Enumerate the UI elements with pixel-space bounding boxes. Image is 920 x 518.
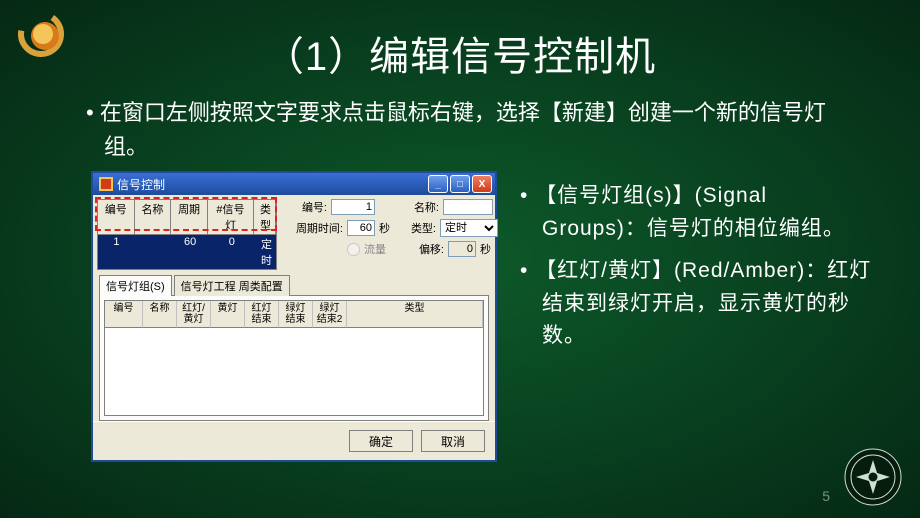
- signal-group-grid[interactable]: 编号 名称 红灯/ 黄灯 黄灯 红灯 结束 绿灯 结束 绿灯 结束2 类型: [104, 300, 484, 416]
- cell-period: 60: [172, 235, 209, 269]
- period-input[interactable]: [347, 220, 375, 236]
- ih-green-end2: 绿灯 结束2: [313, 301, 347, 328]
- close-button[interactable]: X: [472, 175, 492, 193]
- cancel-button[interactable]: 取消: [421, 430, 485, 452]
- signal-list-grid[interactable]: 编号 名称 周期 #信号灯 类型 1 60 0 定时: [97, 199, 277, 270]
- col-header-type: 类型: [254, 200, 276, 235]
- type-select[interactable]: 定时: [440, 219, 498, 237]
- ih-name: 名称: [143, 301, 177, 328]
- window-caption: 信号控制: [117, 176, 165, 193]
- university-seal-icon: [844, 448, 902, 506]
- minimize-button[interactable]: _: [428, 175, 448, 193]
- offset-unit: 秒: [480, 241, 491, 257]
- flow-label: 流量: [364, 241, 386, 257]
- num-label: 编号:: [291, 199, 327, 215]
- col-header-num: 编号: [98, 200, 135, 235]
- bullet-signal-groups: 【信号灯组(s)】(Signal Groups)：信号灯的相位编组。: [520, 180, 876, 245]
- col-header-sig: #信号灯: [208, 200, 254, 235]
- cell-sig: 0: [209, 235, 255, 269]
- num-input[interactable]: [331, 199, 375, 215]
- period-unit: 秒: [379, 220, 390, 236]
- ih-red-end: 红灯 结束: [245, 301, 279, 328]
- tab-signal-groups[interactable]: 信号灯组(S): [99, 275, 172, 296]
- ih-amber: 黄灯: [211, 301, 245, 328]
- ih-num: 编号: [105, 301, 143, 328]
- slide-logo-icon: [14, 10, 68, 58]
- flow-radio: [347, 243, 360, 256]
- cell-num: 1: [98, 235, 135, 269]
- type-label: 类型:: [402, 220, 436, 236]
- page-number: 5: [822, 488, 830, 504]
- signal-control-window: 信号控制 _ □ X 编号 名称 周期 #信号灯 类型 1: [92, 172, 496, 461]
- name-label: 名称:: [391, 199, 439, 215]
- ih-type: 类型: [347, 301, 483, 328]
- ih-red-amber: 红灯/ 黄灯: [177, 301, 211, 328]
- offset-input: [448, 241, 476, 257]
- signal-row-selected[interactable]: 1 60 0 定时: [98, 235, 276, 269]
- ok-button[interactable]: 确定: [349, 430, 413, 452]
- app-icon: [99, 177, 113, 191]
- cell-type: 定时: [255, 235, 276, 269]
- period-label: 周期时间:: [291, 220, 343, 236]
- col-header-period: 周期: [171, 200, 208, 235]
- maximize-button[interactable]: □: [450, 175, 470, 193]
- slide-title: （1）编辑信号控制机: [0, 0, 920, 82]
- cell-name: [135, 235, 172, 269]
- name-input[interactable]: [443, 199, 493, 215]
- col-header-name: 名称: [135, 200, 172, 235]
- ih-green-end: 绿灯 结束: [279, 301, 313, 328]
- explanation-list: 【信号灯组(s)】(Signal Groups)：信号灯的相位编组。 【红灯/黄…: [520, 172, 876, 363]
- window-titlebar: 信号控制 _ □ X: [93, 173, 495, 195]
- tab-signal-config[interactable]: 信号灯工程 周类配置: [174, 275, 290, 296]
- offset-label: 偏移:: [410, 241, 444, 257]
- intro-text: 在窗口左侧按照文字要求点击鼠标右键，选择【新建】创建一个新的信号灯组。: [0, 82, 920, 172]
- bullet-red-amber: 【红灯/黄灯】(Red/Amber)：红灯结束到绿灯开启，显示黄灯的秒数。: [520, 255, 876, 353]
- signal-form: 编号: 名称: 周期时间: 秒 类型: 定时 流量 偏移:: [281, 195, 508, 274]
